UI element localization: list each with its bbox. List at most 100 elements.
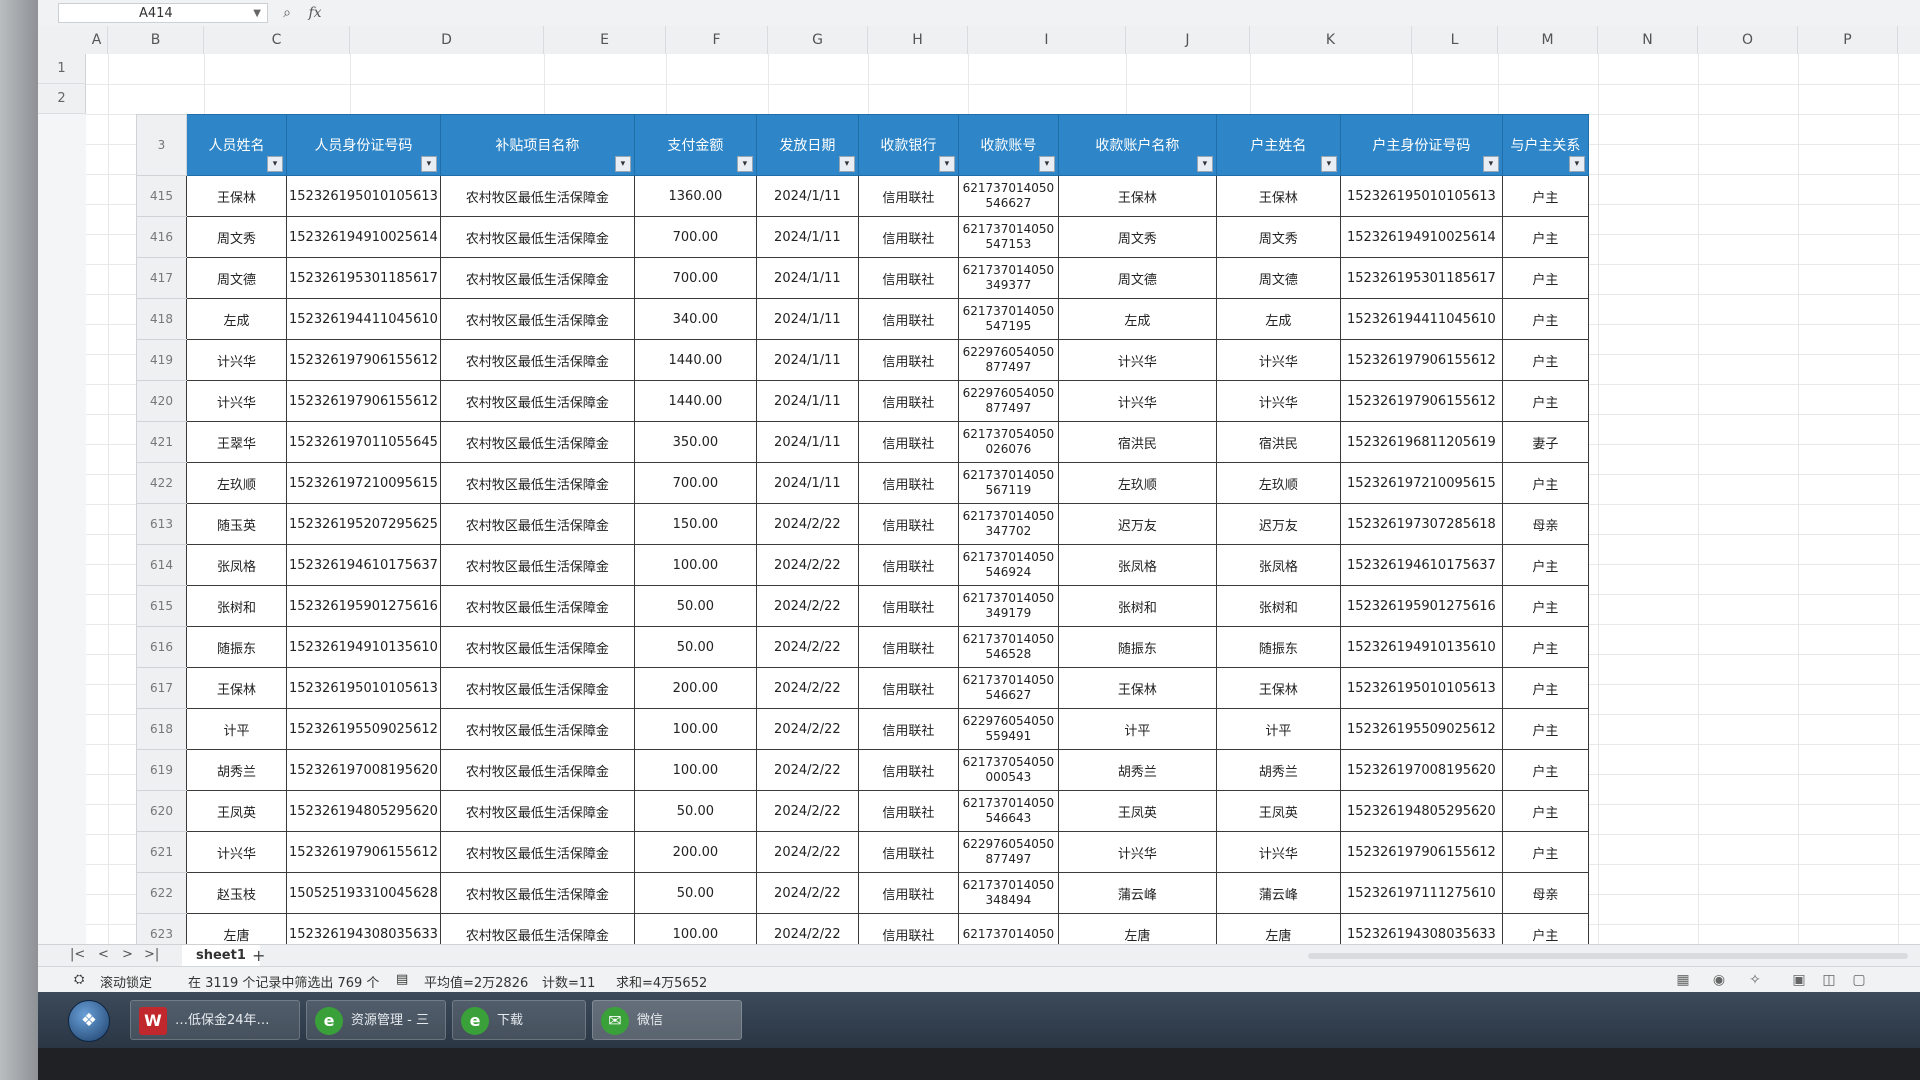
start-button[interactable]: ❖	[68, 1000, 110, 1042]
rel-cell[interactable]: 户主	[1501, 831, 1589, 873]
table-row[interactable]: 618 计平 152326195509025612 农村牧区最低生活保障金 100.00…	[136, 708, 1589, 750]
head-id-cell[interactable]: 152326197008195620	[1339, 749, 1503, 791]
row-header[interactable]: 620	[136, 790, 187, 832]
head-cell[interactable]: 张树和	[1215, 585, 1341, 627]
taskbar-item-wechat[interactable]: ✉ 微信	[592, 1000, 742, 1040]
head-cell[interactable]: 计兴华	[1215, 380, 1341, 422]
row-header-1[interactable]: 1	[38, 54, 86, 84]
item-cell[interactable]: 农村牧区最低生活保障金	[439, 872, 635, 914]
page-layout-icon[interactable]: ◫	[1820, 971, 1838, 989]
bank-cell[interactable]: 信用联社	[857, 872, 959, 914]
name-cell[interactable]: 周文德	[186, 257, 287, 299]
item-cell[interactable]: 农村牧区最低生活保障金	[439, 216, 635, 258]
table-header-cell[interactable]: 与户主关系 ▾	[1501, 114, 1589, 176]
id-cell[interactable]: 152326195207295625	[286, 503, 441, 545]
table-row[interactable]: 617 王保林 152326195010105613 农村牧区最低生活保障金 200.0…	[136, 667, 1589, 709]
account-cell[interactable]: 621737014050 349377	[957, 257, 1059, 299]
acct-name-cell[interactable]: 王凤英	[1057, 790, 1217, 832]
head-cell[interactable]: 王凤英	[1215, 790, 1341, 832]
amount-cell[interactable]: 1440.00	[633, 339, 757, 381]
column-header-a[interactable]: A	[86, 26, 108, 54]
item-cell[interactable]: 农村牧区最低生活保障金	[439, 380, 635, 422]
account-cell[interactable]: 622976054050 559491	[957, 708, 1059, 750]
table-header-cell[interactable]: 户主身份证号码 ▾	[1339, 114, 1503, 176]
date-cell[interactable]: 2024/1/11	[755, 462, 859, 504]
filter-dropdown-icon[interactable]: ▾	[938, 156, 955, 172]
table-row[interactable]: 616 随振东 152326194910135610 农村牧区最低生活保障金 50.00…	[136, 626, 1589, 668]
date-cell[interactable]: 2024/1/11	[755, 257, 859, 299]
name-cell[interactable]: 计兴华	[186, 831, 287, 873]
filter-dropdown-icon[interactable]: ▾	[267, 156, 283, 172]
column-header-j[interactable]: J	[1126, 26, 1250, 54]
account-cell[interactable]: 621737014050 546643	[957, 790, 1059, 832]
column-header-p[interactable]: P	[1798, 26, 1898, 54]
table-row[interactable]: 416 周文秀 152326194910025614 农村牧区最低生活保障金 700.0…	[136, 216, 1589, 258]
column-header-l[interactable]: L	[1412, 26, 1498, 54]
acct-name-cell[interactable]: 计兴华	[1057, 831, 1217, 873]
head-cell[interactable]: 计兴华	[1215, 831, 1341, 873]
bank-cell[interactable]: 信用联社	[857, 708, 959, 750]
table-row[interactable]: 420 计兴华 152326197906155612 农村牧区最低生活保障金 1440.…	[136, 380, 1589, 422]
date-cell[interactable]: 2024/2/22	[755, 831, 859, 873]
table-row[interactable]: 614 张凤格 152326194610175637 农村牧区最低生活保障金 100.0…	[136, 544, 1589, 586]
date-cell[interactable]: 2024/2/22	[755, 749, 859, 791]
last-sheet-button[interactable]: >|	[144, 947, 159, 962]
name-cell[interactable]: 计兴华	[186, 339, 287, 381]
acct-name-cell[interactable]: 左成	[1057, 298, 1217, 340]
id-cell[interactable]: 152326197210095615	[286, 462, 441, 504]
normal-view-icon[interactable]: ▣	[1790, 971, 1808, 989]
row-header[interactable]: 420	[136, 380, 187, 422]
acct-name-cell[interactable]: 王保林	[1057, 175, 1217, 217]
row-header[interactable]: 619	[136, 749, 187, 791]
rel-cell[interactable]: 母亲	[1501, 503, 1589, 545]
rel-cell[interactable]: 妻子	[1501, 421, 1589, 463]
sum-readout[interactable]: 求和=4万5652	[616, 972, 707, 991]
eye-protection-icon[interactable]: ◉	[1710, 971, 1728, 989]
amount-cell[interactable]: 50.00	[633, 872, 757, 914]
table-header-cell[interactable]: 收款账户名称 ▾	[1057, 114, 1217, 176]
bank-cell[interactable]: 信用联社	[857, 257, 959, 299]
date-cell[interactable]: 2024/2/22	[755, 503, 859, 545]
id-cell[interactable]: 152326194910135610	[286, 626, 441, 668]
bank-cell[interactable]: 信用联社	[857, 790, 959, 832]
date-cell[interactable]: 2024/2/22	[755, 667, 859, 709]
date-cell[interactable]: 2024/2/22	[755, 790, 859, 832]
date-cell[interactable]: 2024/1/11	[755, 339, 859, 381]
row-header[interactable]: 621	[136, 831, 187, 873]
amount-cell[interactable]: 150.00	[633, 503, 757, 545]
table-row[interactable]: 619 胡秀兰 152326197008195620 农村牧区最低生活保障金 100.0…	[136, 749, 1589, 791]
date-cell[interactable]: 2024/2/22	[755, 626, 859, 668]
amount-cell[interactable]: 340.00	[633, 298, 757, 340]
column-header-i[interactable]: I	[968, 26, 1126, 54]
bank-cell[interactable]: 信用联社	[857, 585, 959, 627]
item-cell[interactable]: 农村牧区最低生活保障金	[439, 667, 635, 709]
account-cell[interactable]: 621737054050 000543	[957, 749, 1059, 791]
filter-dropdown-icon[interactable]: ▾	[1196, 156, 1213, 172]
horizontal-scrollbar[interactable]	[1308, 953, 1908, 959]
name-cell[interactable]: 随玉英	[186, 503, 287, 545]
rel-cell[interactable]: 户主	[1501, 257, 1589, 299]
head-id-cell[interactable]: 152326194910135610	[1339, 626, 1503, 668]
column-header-g[interactable]: G	[768, 26, 868, 54]
amount-cell[interactable]: 200.00	[633, 831, 757, 873]
id-cell[interactable]: 152326197906155612	[286, 380, 441, 422]
table-header-cell[interactable]: 收款银行 ▾	[857, 114, 959, 176]
filter-dropdown-icon[interactable]: ▾	[838, 156, 855, 172]
row-header[interactable]: 616	[136, 626, 187, 668]
column-header-c[interactable]: C	[204, 26, 350, 54]
filter-dropdown-icon[interactable]: ▾	[1482, 156, 1499, 172]
table-header-cell[interactable]: 支付金额 ▾	[633, 114, 757, 176]
count-readout[interactable]: 计数=11	[542, 972, 595, 991]
amount-cell[interactable]: 700.00	[633, 257, 757, 299]
item-cell[interactable]: 农村牧区最低生活保障金	[439, 298, 635, 340]
rel-cell[interactable]: 户主	[1501, 339, 1589, 381]
table-row[interactable]: 613 随玉英 152326195207295625 农村牧区最低生活保障金 150.0…	[136, 503, 1589, 545]
id-cell[interactable]: 152326197906155612	[286, 339, 441, 381]
table-row[interactable]: 620 王凤英 152326194805295620 农村牧区最低生活保障金 50.00…	[136, 790, 1589, 832]
page-break-icon[interactable]: ▢	[1850, 971, 1868, 989]
head-cell[interactable]: 随振东	[1215, 626, 1341, 668]
head-id-cell[interactable]: 152326197307285618	[1339, 503, 1503, 545]
table-header-cell[interactable]: 收款账号 ▾	[957, 114, 1059, 176]
name-cell[interactable]: 随振东	[186, 626, 287, 668]
amount-cell[interactable]: 700.00	[633, 216, 757, 258]
